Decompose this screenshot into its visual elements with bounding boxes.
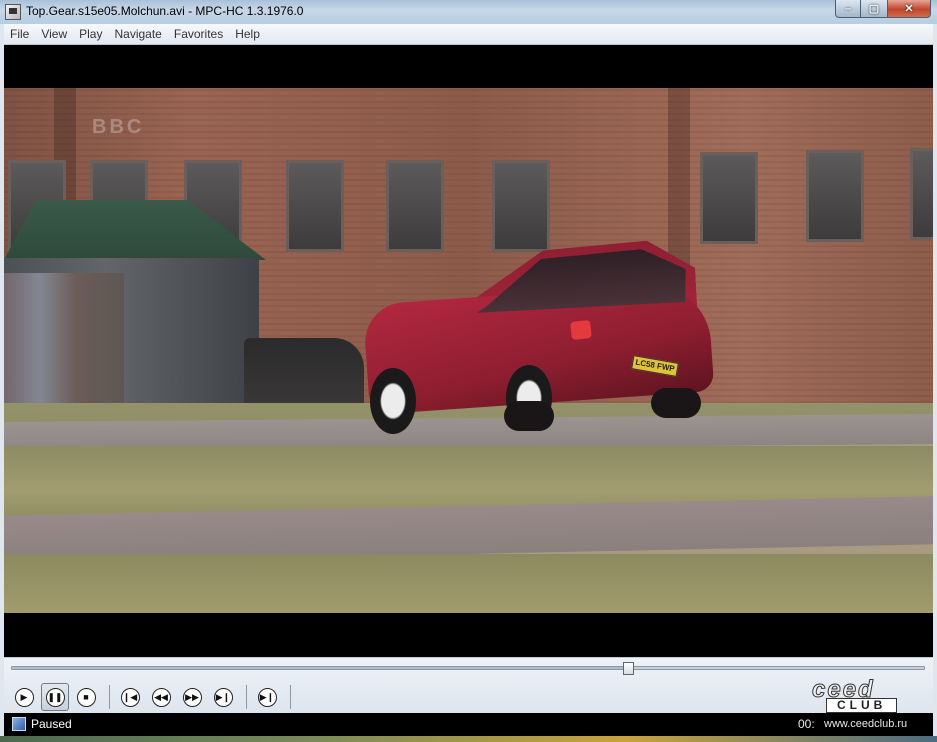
time-readout: 00: — [798, 717, 815, 731]
logo-club: CLUB — [826, 698, 898, 713]
rewind-icon: ◀◀ — [151, 687, 171, 707]
playback-status: Paused — [31, 717, 72, 731]
toolbar-separator — [246, 685, 247, 709]
menu-bar: File View Play Navigate Favorites Help — [4, 24, 933, 45]
play-button[interactable]: ▶ — [10, 683, 38, 711]
building-window — [386, 160, 444, 252]
grass-strip — [4, 554, 933, 613]
window-title: Top.Gear.s15e05.Molchun.avi - MPC-HC 1.3… — [26, 4, 304, 18]
status-icon — [12, 717, 26, 731]
playback-controls: ▶ ❚❚ ■ ❙◀ ◀◀ ▶▶ ▶❙ ▶❙ ceed CLUB — [4, 657, 933, 713]
ceed-club-logo: ceed CLUB — [812, 676, 932, 714]
car-wheel — [504, 401, 554, 431]
car-wheel — [651, 388, 701, 418]
frame-step-button[interactable]: ▶❙ — [253, 683, 281, 711]
fast-forward-button[interactable]: ▶▶ — [178, 683, 206, 711]
seek-progress — [12, 667, 628, 669]
spectators — [4, 273, 124, 403]
toolbar-separator — [109, 685, 110, 709]
camera-vehicle — [244, 338, 364, 406]
transport-buttons: ▶ ❚❚ ■ ❙◀ ◀◀ ▶▶ ▶❙ ▶❙ — [10, 683, 297, 711]
menu-play[interactable]: Play — [73, 24, 108, 44]
menu-favorites[interactable]: Favorites — [168, 24, 229, 44]
previous-button[interactable]: ❙◀ — [116, 683, 144, 711]
car-taillight — [570, 320, 592, 340]
player-window: Top.Gear.s15e05.Molchun.avi - MPC-HC 1.3… — [0, 0, 937, 742]
menu-help[interactable]: Help — [229, 24, 266, 44]
building-window — [806, 150, 864, 242]
menu-file[interactable]: File — [4, 24, 35, 44]
watermark-url: www.ceedclub.ru — [824, 718, 908, 730]
seek-bar[interactable] — [11, 662, 925, 675]
menu-navigate[interactable]: Navigate — [108, 24, 167, 44]
window-controls: – ▢ ✕ — [835, 0, 931, 18]
bbc-sign: BBC — [92, 116, 145, 138]
next-button[interactable]: ▶❙ — [209, 683, 237, 711]
stop-button[interactable]: ■ — [72, 683, 100, 711]
title-bar[interactable]: Top.Gear.s15e05.Molchun.avi - MPC-HC 1.3… — [0, 0, 937, 24]
desktop-edge — [0, 736, 937, 742]
close-button[interactable]: ✕ — [887, 0, 931, 18]
pause-button[interactable]: ❚❚ — [41, 683, 69, 711]
building-window — [286, 160, 344, 252]
app-icon[interactable] — [5, 4, 21, 20]
skip-back-icon: ❙◀ — [120, 687, 140, 707]
video-frame: BBC LC58 FWP — [4, 88, 933, 613]
seek-thumb[interactable] — [622, 662, 634, 675]
play-icon: ▶ — [14, 687, 34, 707]
status-bar: Paused 00: www.ceedclub.ru — [4, 713, 933, 736]
building-window — [492, 160, 550, 252]
frame-step-icon: ▶❙ — [257, 687, 277, 707]
car-wheel — [370, 368, 416, 434]
building-window — [700, 152, 758, 244]
building-window — [910, 148, 933, 240]
video-area[interactable]: BBC LC58 FWP — [4, 45, 933, 657]
minimize-button[interactable]: – — [835, 0, 861, 18]
fast-forward-icon: ▶▶ — [182, 687, 202, 707]
toolbar-separator — [290, 685, 291, 709]
rewind-button[interactable]: ◀◀ — [147, 683, 175, 711]
skip-forward-icon: ▶❙ — [213, 687, 233, 707]
stop-icon: ■ — [76, 687, 96, 707]
menu-view[interactable]: View — [35, 24, 73, 44]
maximize-button[interactable]: ▢ — [861, 0, 887, 18]
pause-icon: ❚❚ — [45, 687, 65, 707]
red-hatchback-car: LC58 FWP — [362, 243, 716, 434]
